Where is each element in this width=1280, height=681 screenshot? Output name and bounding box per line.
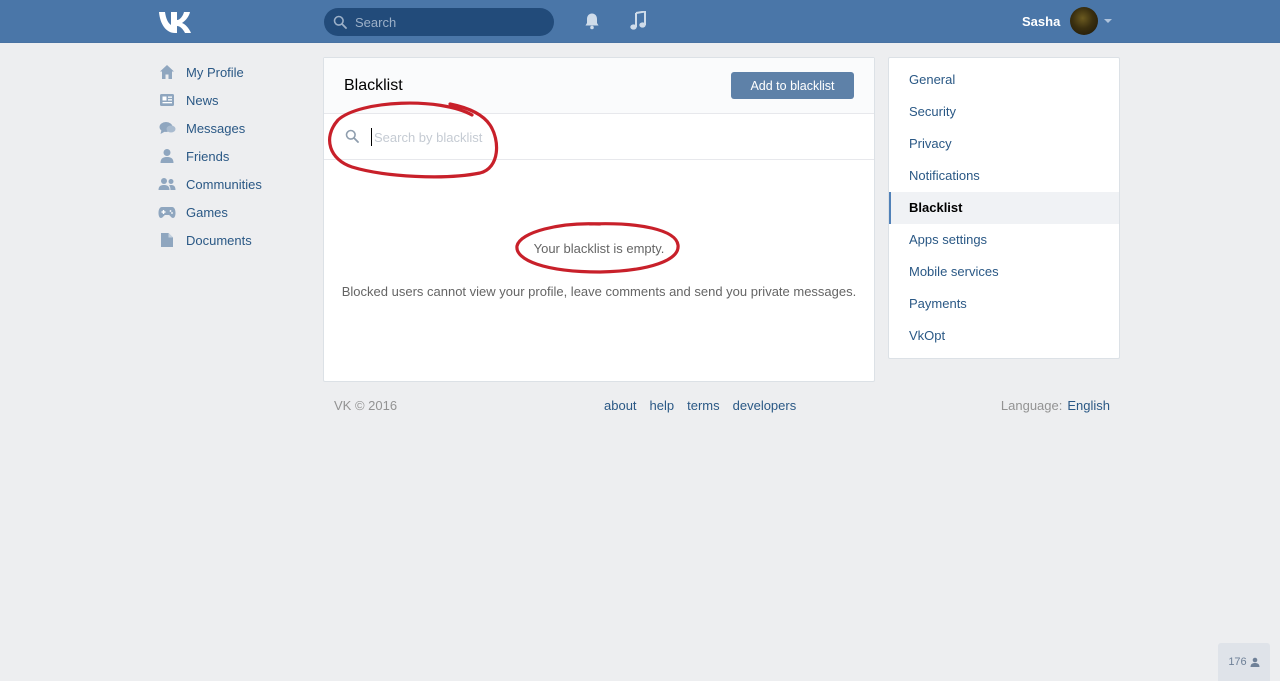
left-sidebar: My Profile News Messages Friends Communi… bbox=[158, 58, 308, 254]
blacklist-panel: Blacklist Add to blacklist Your blacklis… bbox=[323, 57, 875, 382]
blacklist-search-input[interactable] bbox=[371, 128, 671, 146]
settings-item-vkopt[interactable]: VkOpt bbox=[889, 320, 1119, 352]
games-icon bbox=[158, 203, 176, 221]
notifications-bell-icon[interactable] bbox=[583, 12, 601, 30]
footer: VK © 2016 about help terms developers La… bbox=[334, 398, 1110, 416]
communities-icon bbox=[158, 175, 176, 193]
language-link[interactable]: English bbox=[1067, 398, 1110, 413]
settings-item-mobile-services[interactable]: Mobile services bbox=[889, 256, 1119, 288]
settings-item-security[interactable]: Security bbox=[889, 96, 1119, 128]
panel-header: Blacklist Add to blacklist bbox=[324, 58, 874, 114]
nav-label: Friends bbox=[186, 148, 230, 164]
settings-item-general[interactable]: General bbox=[889, 64, 1119, 96]
top-search-box[interactable] bbox=[324, 8, 554, 36]
nav-label: Documents bbox=[186, 232, 252, 248]
search-icon bbox=[345, 129, 359, 143]
settings-menu: General Security Privacy Notifications B… bbox=[888, 57, 1120, 359]
music-note-icon[interactable] bbox=[629, 11, 647, 31]
nav-label: Communities bbox=[186, 176, 262, 192]
nav-item-friends[interactable]: Friends bbox=[158, 142, 308, 170]
blacklist-search-bar bbox=[324, 114, 874, 160]
vk-logo-icon[interactable] bbox=[158, 9, 192, 33]
empty-state-title: Your blacklist is empty. bbox=[533, 241, 665, 256]
copyright: VK © 2016 bbox=[334, 398, 398, 413]
footer-link-developers[interactable]: developers bbox=[733, 398, 797, 413]
language-selector: Language: English bbox=[1001, 398, 1110, 413]
empty-state-description: Blocked users cannot view your profile, … bbox=[341, 284, 857, 299]
footer-links: about help terms developers bbox=[604, 398, 796, 413]
nav-label: Messages bbox=[186, 120, 246, 136]
messages-icon bbox=[158, 119, 176, 137]
footer-link-help[interactable]: help bbox=[650, 398, 675, 413]
top-search-input[interactable] bbox=[353, 13, 543, 31]
nav-item-my-profile[interactable]: My Profile bbox=[158, 58, 308, 86]
settings-item-privacy[interactable]: Privacy bbox=[889, 128, 1119, 160]
nav-label: Games bbox=[186, 204, 228, 220]
nav-item-games[interactable]: Games bbox=[158, 198, 308, 226]
user-menu[interactable]: Sasha bbox=[1022, 6, 1113, 36]
friends-icon bbox=[158, 147, 176, 165]
settings-item-notifications[interactable]: Notifications bbox=[889, 160, 1119, 192]
home-icon bbox=[158, 63, 176, 81]
documents-icon bbox=[158, 231, 176, 249]
news-icon bbox=[158, 91, 176, 109]
add-to-blacklist-button[interactable]: Add to blacklist bbox=[731, 72, 854, 99]
online-count: 176 bbox=[1228, 656, 1247, 668]
language-label: Language: bbox=[1000, 398, 1063, 413]
nav-label: News bbox=[186, 92, 219, 108]
search-icon bbox=[333, 15, 347, 29]
user-name: Sasha bbox=[1022, 13, 1061, 29]
top-header: Sasha bbox=[0, 0, 1280, 43]
chevron-down-icon bbox=[1104, 19, 1113, 23]
nav-label: My Profile bbox=[186, 64, 244, 80]
avatar bbox=[1070, 7, 1099, 35]
nav-item-documents[interactable]: Documents bbox=[158, 226, 308, 254]
nav-item-communities[interactable]: Communities bbox=[158, 170, 308, 198]
footer-link-about[interactable]: about bbox=[604, 398, 637, 413]
online-counter[interactable]: 176 bbox=[1218, 643, 1270, 681]
footer-link-terms[interactable]: terms bbox=[687, 398, 720, 413]
user-icon bbox=[1250, 657, 1260, 667]
nav-item-messages[interactable]: Messages bbox=[158, 114, 308, 142]
nav-item-news[interactable]: News bbox=[158, 86, 308, 114]
settings-item-apps-settings[interactable]: Apps settings bbox=[889, 224, 1119, 256]
page-title: Blacklist bbox=[344, 77, 403, 94]
settings-item-blacklist[interactable]: Blacklist bbox=[889, 192, 1119, 224]
settings-item-payments[interactable]: Payments bbox=[889, 288, 1119, 320]
